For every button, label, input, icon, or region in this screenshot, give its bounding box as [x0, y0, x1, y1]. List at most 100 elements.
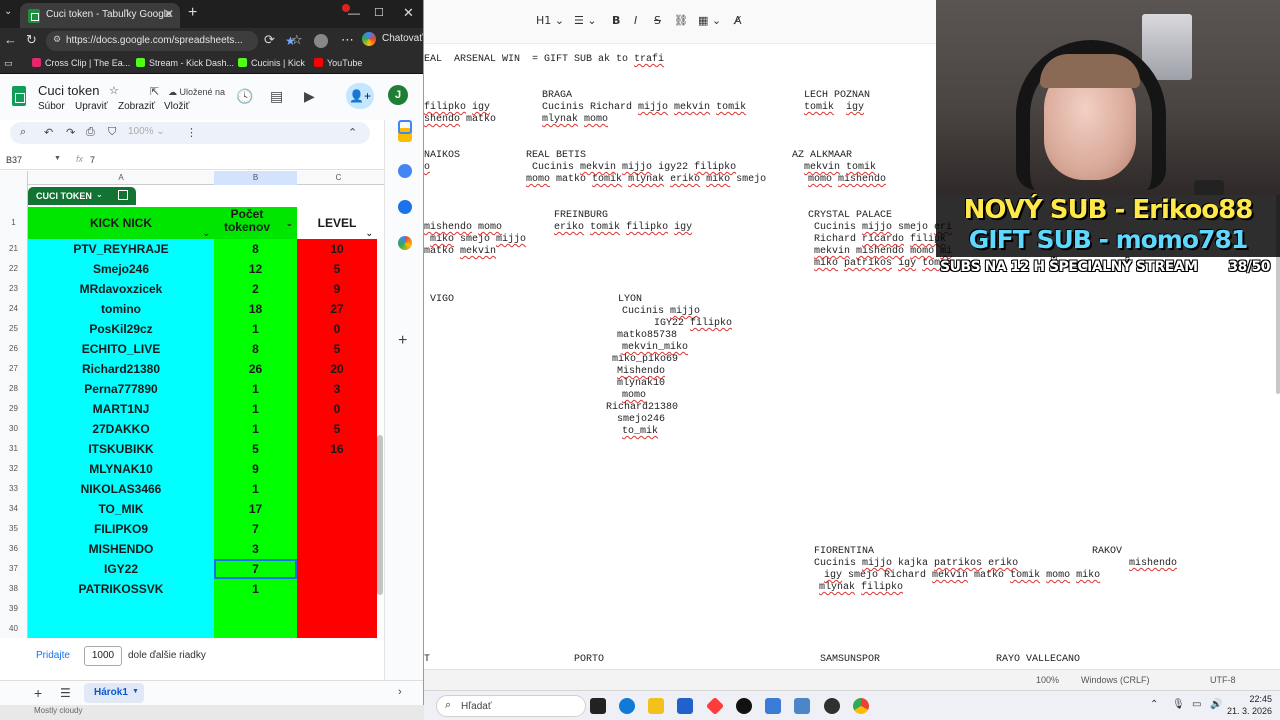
cell-kick-nick[interactable]: PATRIKOSSVK: [28, 579, 214, 599]
row-number[interactable]: 25: [0, 319, 28, 339]
gemini-icon[interactable]: [362, 32, 376, 46]
cell-level[interactable]: 3: [297, 379, 377, 399]
cell-kick-nick[interactable]: FILIPKO9: [28, 519, 214, 539]
url-input[interactable]: ⚙ https://docs.google.com/spreadsheets..…: [46, 31, 296, 51]
row-number[interactable]: 30: [0, 419, 28, 439]
add-addon-icon[interactable]: +: [398, 332, 407, 350]
cell-kick-nick[interactable]: PosKil29cz: [28, 319, 214, 339]
microphone-icon[interactable]: 🎙: [1172, 699, 1185, 710]
print-icon[interactable]: ⎙: [86, 126, 95, 139]
network-icon[interactable]: ▭: [1192, 699, 1201, 710]
cell-kick-nick[interactable]: [28, 599, 214, 619]
menu-edit[interactable]: Upraviť: [75, 101, 108, 112]
row-number[interactable]: 32: [0, 459, 28, 479]
cell-level[interactable]: [297, 499, 377, 519]
italic-icon[interactable]: I: [634, 14, 637, 27]
share-button[interactable]: 👤+: [346, 83, 374, 109]
cell-kick-nick[interactable]: TO_MIK: [28, 499, 214, 519]
taskbar-search[interactable]: ⌕ Hľadať: [436, 695, 586, 717]
row-number[interactable]: 27: [0, 359, 28, 379]
paint-format-icon[interactable]: ⛉: [108, 126, 116, 139]
heading-dropdown[interactable]: H1 ⌄: [536, 14, 564, 27]
zoom-select[interactable]: 100% ⌄: [128, 126, 165, 137]
move-icon[interactable]: ⇱: [150, 85, 159, 98]
tasks-icon[interactable]: [398, 164, 412, 178]
cell-kick-nick[interactable]: MISHENDO: [28, 539, 214, 559]
avatar[interactable]: J: [388, 85, 408, 105]
cell-kick-nick[interactable]: NIKOLAS3466: [28, 479, 214, 499]
collapse-menu-icon[interactable]: ⌃: [348, 126, 357, 139]
bold-icon[interactable]: B: [612, 14, 620, 27]
cell-tokens[interactable]: 1: [214, 379, 297, 399]
rows-count-input[interactable]: 1000: [84, 646, 122, 666]
meet-icon[interactable]: ▶: [304, 88, 315, 105]
list-icon[interactable]: ☰ ⌄: [574, 14, 597, 27]
cell-tokens[interactable]: 1: [214, 419, 297, 439]
cell-kick-nick[interactable]: 27DAKKO: [28, 419, 214, 439]
all-sheets-icon[interactable]: ☰: [60, 686, 71, 700]
bookmark-item[interactable]: Stream - Kick Dash...: [136, 58, 234, 68]
tray-overflow-icon[interactable]: ⌃: [1150, 699, 1158, 710]
more-vert-icon[interactable]: ⋮: [186, 126, 197, 139]
menu-view[interactable]: Zobraziť: [118, 101, 155, 112]
browser-tab[interactable]: Cuci token - Tabuľky Google ✕: [20, 3, 180, 28]
cell-tokens[interactable]: 26: [214, 359, 297, 379]
photos-icon[interactable]: [794, 698, 810, 714]
table-name-chip[interactable]: CUCI TOKEN ⌄: [28, 187, 136, 205]
cell-kick-nick[interactable]: MRdavoxzicek: [28, 279, 214, 299]
row-number[interactable]: 26: [0, 339, 28, 359]
cell-kick-nick[interactable]: IGY22: [28, 559, 214, 579]
cell-level[interactable]: [297, 519, 377, 539]
cell-tokens[interactable]: 7: [214, 519, 297, 539]
clock-time[interactable]: 22:45: [1230, 694, 1272, 704]
bookmark-item[interactable]: Cucinis | Kick: [238, 58, 305, 68]
row-number[interactable]: 36: [0, 539, 28, 559]
star-icon[interactable]: ☆: [109, 84, 119, 97]
clock-date[interactable]: 21. 3. 2026: [1220, 706, 1272, 716]
spreadsheet-grid[interactable]: CUCI TOKEN ⌄ 1 KICK NICK ⌄ Počet tokenov…: [0, 185, 384, 638]
row-number[interactable]: 21: [0, 239, 28, 259]
cell-level[interactable]: 27: [297, 299, 377, 319]
row-number[interactable]: 29: [0, 399, 28, 419]
row-number[interactable]: 24: [0, 299, 28, 319]
row-number[interactable]: 40: [0, 619, 28, 638]
row-number[interactable]: 33: [0, 479, 28, 499]
search-icon[interactable]: ⌕: [20, 126, 26, 139]
column-header-c[interactable]: C: [297, 173, 380, 182]
cell-tokens[interactable]: 1: [214, 319, 297, 339]
redo-icon[interactable]: ↷: [66, 126, 75, 139]
maximize-icon[interactable]: ☐: [374, 6, 384, 19]
chevron-down-icon[interactable]: ⌄: [96, 190, 103, 199]
row-number[interactable]: 28: [0, 379, 28, 399]
table-icon[interactable]: [118, 190, 128, 200]
obs-icon[interactable]: [824, 698, 840, 714]
cell-kick-nick[interactable]: [28, 619, 214, 638]
cell-level[interactable]: [297, 539, 377, 559]
cell-tokens[interactable]: 8: [214, 239, 297, 259]
header-level[interactable]: LEVEL ⌄: [297, 207, 377, 239]
cell-kick-nick[interactable]: Richard21380: [28, 359, 214, 379]
strikethrough-icon[interactable]: S: [654, 14, 661, 27]
menu-insert[interactable]: Vložiť: [164, 101, 189, 112]
cell-tokens[interactable]: 2: [214, 279, 297, 299]
chat-button[interactable]: Chatovať: [382, 33, 423, 44]
cell-level[interactable]: 16: [297, 439, 377, 459]
history-icon[interactable]: 🕓: [236, 88, 253, 105]
spellcheck-icon[interactable]: A̸: [734, 14, 742, 27]
cell-tokens[interactable]: 5: [214, 439, 297, 459]
bookmarks-icon[interactable]: ☆: [291, 32, 303, 48]
doc-title[interactable]: Cuci token: [38, 83, 99, 98]
table-icon[interactable]: ▦ ⌄: [698, 14, 721, 27]
file-explorer-icon[interactable]: [648, 698, 664, 714]
contacts-icon[interactable]: [398, 200, 412, 214]
cell-kick-nick[interactable]: MLYNAK10: [28, 459, 214, 479]
cell-tokens[interactable]: 3: [214, 539, 297, 559]
sheets-logo-icon[interactable]: [12, 86, 26, 106]
cell-level[interactable]: 0: [297, 399, 377, 419]
add-rows-button[interactable]: Pridajte: [36, 650, 70, 661]
cell-tokens[interactable]: 8: [214, 339, 297, 359]
cell-level[interactable]: [297, 619, 377, 638]
cell-level[interactable]: [297, 479, 377, 499]
column-header-b[interactable]: B: [214, 173, 297, 182]
menu-file[interactable]: Súbor: [38, 101, 65, 112]
